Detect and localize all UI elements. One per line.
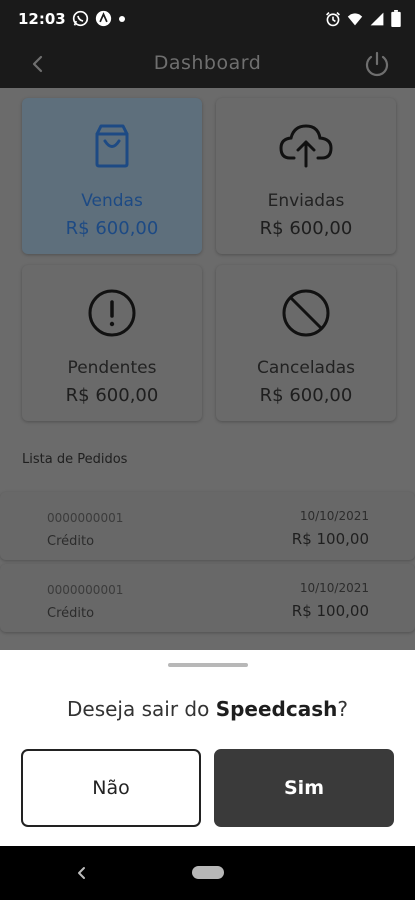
page-title: Dashboard — [153, 52, 262, 74]
order-type: Crédito — [47, 534, 95, 549]
sheet-drag-handle[interactable] — [168, 663, 248, 667]
table-row[interactable]: 0000000001 Crédito 10/10/2021 R$ 100,00 — [0, 564, 415, 632]
block-icon — [216, 287, 396, 339]
table-row[interactable]: 0000000001 Crédito 10/10/2021 R$ 100,00 — [0, 492, 415, 560]
logout-question: Deseja sair do Speedcash? — [0, 697, 415, 721]
order-date: 10/10/2021 — [299, 509, 369, 523]
orders-title: Lista de Pedidos — [22, 452, 128, 467]
logout-bottom-sheet: Deseja sair do Speedcash? Não Sim — [0, 650, 415, 846]
card-label: Vendas — [81, 191, 143, 211]
whatsapp-icon — [72, 10, 89, 27]
card-vendas[interactable]: Vendas R$ 600,00 — [22, 98, 202, 254]
yes-button[interactable]: Sim — [214, 749, 394, 827]
cloud-upload-icon — [216, 120, 396, 170]
power-icon[interactable] — [361, 48, 393, 80]
no-button[interactable]: Não — [21, 749, 201, 827]
nav-back-icon[interactable] — [72, 863, 92, 883]
question-prefix: Deseja sair do — [67, 697, 216, 721]
card-label: Enviadas — [267, 191, 345, 211]
alarm-icon — [325, 11, 341, 27]
order-id: 0000000001 — [47, 583, 124, 597]
status-right-icons — [325, 10, 401, 27]
order-amount: R$ 100,00 — [291, 602, 369, 620]
app-bar: Dashboard — [0, 40, 415, 88]
nav-home-pill[interactable] — [192, 866, 224, 879]
card-pendentes[interactable]: Pendentes R$ 600,00 — [22, 265, 202, 421]
card-value: R$ 600,00 — [65, 218, 159, 239]
system-nav-bar — [0, 846, 415, 900]
order-type: Crédito — [47, 606, 95, 621]
card-label: Pendentes — [67, 358, 157, 378]
card-canceladas[interactable]: Canceladas R$ 600,00 — [216, 265, 396, 421]
status-left-icons — [72, 10, 126, 27]
order-date: 10/10/2021 — [299, 581, 369, 595]
dashboard-content: Vendas R$ 600,00 Enviadas R$ 600,00 Pend… — [0, 88, 415, 650]
card-value: R$ 600,00 — [259, 218, 353, 239]
status-bar: 12:03 — [0, 0, 415, 40]
battery-icon — [391, 10, 401, 27]
card-enviadas[interactable]: Enviadas R$ 600,00 — [216, 98, 396, 254]
alert-circle-icon — [22, 287, 202, 339]
shopping-bag-icon — [22, 120, 202, 170]
question-suffix: ? — [337, 697, 348, 721]
dot-icon — [118, 15, 126, 23]
card-value: R$ 600,00 — [65, 385, 159, 406]
app-a-icon — [95, 10, 112, 27]
order-id: 0000000001 — [47, 511, 124, 525]
brand-name: Speedcash — [215, 697, 338, 721]
status-time: 12:03 — [18, 10, 66, 28]
wifi-icon — [347, 11, 363, 27]
card-label: Canceladas — [256, 358, 356, 378]
card-value: R$ 600,00 — [259, 385, 353, 406]
signal-icon — [369, 11, 385, 27]
order-amount: R$ 100,00 — [291, 530, 369, 548]
